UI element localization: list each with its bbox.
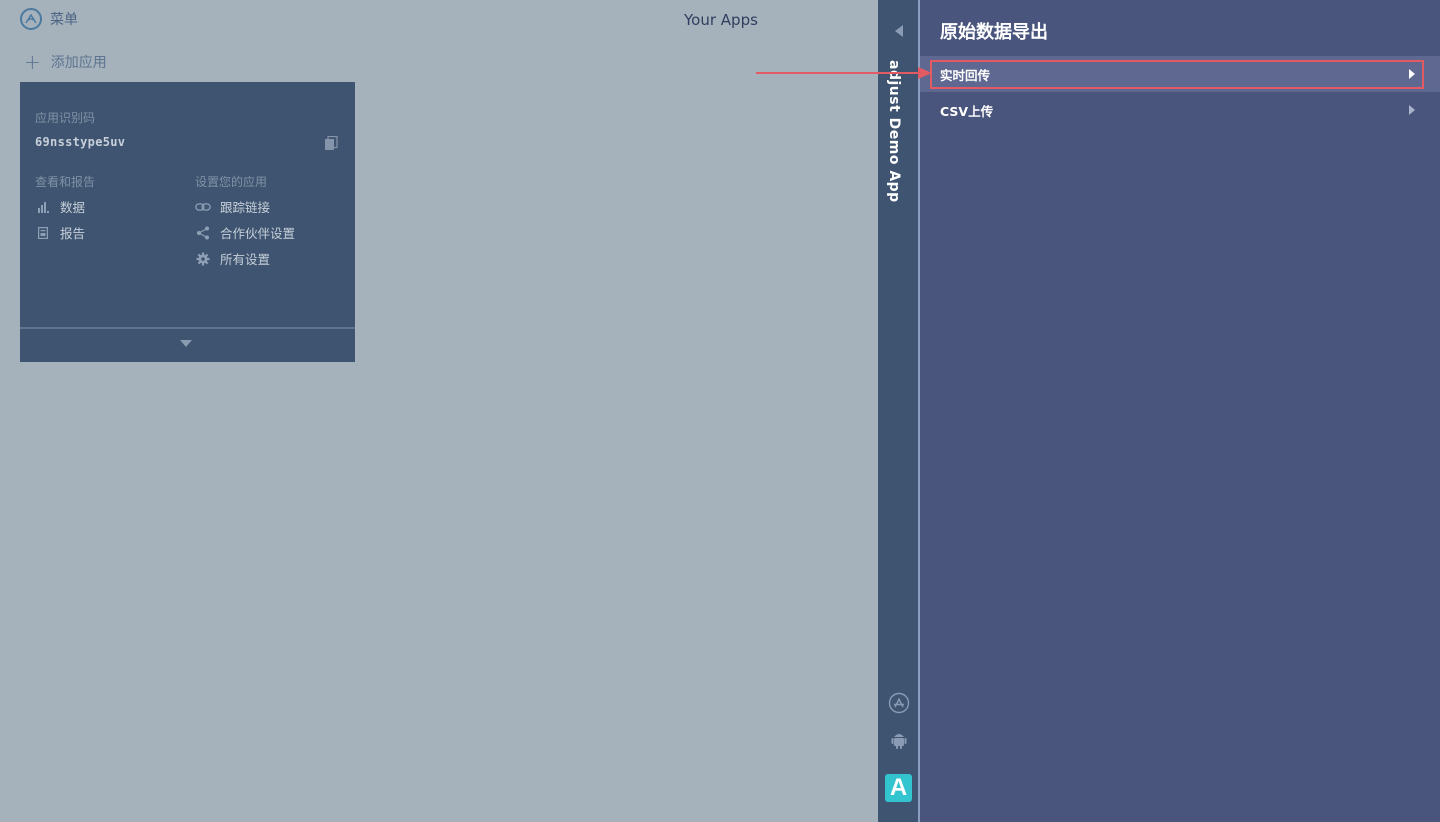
link-partner-setup-label: 合作伙伴设置 [220, 226, 296, 241]
share-icon [195, 226, 211, 240]
adjust-logo-icon [20, 8, 42, 30]
brand-logo: A [885, 774, 912, 802]
link-tracker-urls-label: 跟踪链接 [220, 200, 271, 215]
app-store-icon[interactable] [888, 692, 910, 718]
settings-section-label: 设置您的应用 [195, 175, 268, 189]
page-title: Your Apps [684, 11, 758, 29]
app-token-label: 应用识别码 [35, 111, 96, 125]
link-all-settings[interactable]: 所有设置 [195, 249, 270, 268]
link-all-settings-label: 所有设置 [220, 252, 271, 267]
link-tracker-urls[interactable]: 跟踪链接 [195, 197, 270, 216]
reports-section-label: 查看和报告 [35, 175, 96, 189]
collapse-left-icon[interactable] [895, 25, 903, 37]
panel-item-realtime-callbacks[interactable]: 实时回传 [920, 56, 1440, 92]
android-icon[interactable] [888, 729, 910, 755]
app-token-value: 69nsstype5uv [35, 135, 126, 149]
bar-chart-icon [35, 200, 51, 214]
raw-data-export-panel: 原始数据导出 实时回传 CSV上传 [920, 0, 1440, 822]
panel-item-label: 实时回传 [940, 67, 991, 83]
card-divider [20, 327, 355, 329]
panel-item-label: CSV上传 [940, 103, 994, 119]
document-icon [35, 226, 51, 240]
link-data-label: 数据 [60, 200, 86, 215]
chevron-right-icon [1409, 105, 1415, 115]
link-partner-setup[interactable]: 合作伙伴设置 [195, 223, 295, 242]
panel-item-csv-upload[interactable]: CSV上传 [920, 92, 1440, 128]
chevron-right-icon [1409, 69, 1415, 79]
menu-label: 菜单 [50, 12, 78, 28]
link-icon [195, 200, 211, 214]
menu-button[interactable]: 菜单 [20, 8, 78, 30]
copy-icon[interactable] [324, 135, 338, 155]
panel-title: 原始数据导出 [940, 22, 1048, 43]
link-reports[interactable]: 报告 [35, 223, 85, 242]
app-card: 应用识别码 69nsstype5uv 查看和报告 设置您的应用 数据 报告 跟踪… [20, 82, 355, 362]
chevron-down-icon[interactable] [180, 340, 192, 347]
add-app-label: 添加应用 [50, 55, 107, 71]
add-app-button[interactable]: + 添加应用 [24, 52, 107, 72]
link-data[interactable]: 数据 [35, 197, 85, 216]
app-strip: adjust Demo App A [878, 0, 918, 822]
app-name[interactable]: adjust Demo App [886, 60, 902, 203]
annotation-arrow [756, 67, 932, 79]
link-reports-label: 报告 [60, 226, 86, 241]
gear-icon [195, 252, 211, 266]
plus-icon: + [24, 50, 41, 74]
